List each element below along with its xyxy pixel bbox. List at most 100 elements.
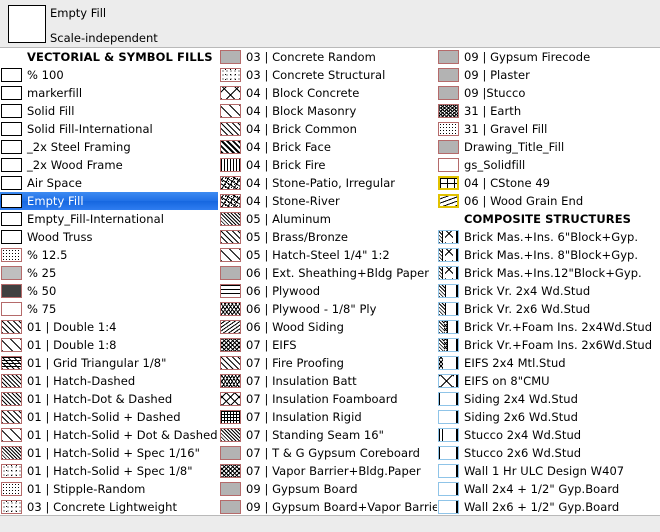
list-item[interactable]: 01 | Hatch-Solid + Dashed xyxy=(0,408,218,426)
list-item[interactable]: % 75 xyxy=(0,300,218,318)
list-item[interactable]: Brick Vr. 2x6 Wd.Stud xyxy=(437,300,655,318)
list-item[interactable]: 04 | Brick Common xyxy=(219,120,437,138)
fill-swatch-icon xyxy=(1,248,22,262)
fill-swatch-icon xyxy=(220,338,241,352)
list-item[interactable]: 01 | Hatch-Solid + Spec 1/8" xyxy=(0,462,218,480)
list-item[interactable]: gs_Solidfill xyxy=(437,156,655,174)
list-item-label: Wood Truss xyxy=(27,230,93,244)
column-3: 09 | Gypsum Firecode 09 | Plaster 09 |Stuc… xyxy=(437,48,655,515)
fill-swatch-icon xyxy=(1,158,22,172)
list-item[interactable]: Wall 2x4 + 1/2" Gyp.Board xyxy=(437,480,655,498)
list-item[interactable]: 07 | Standing Seam 16" xyxy=(219,426,437,444)
list-item[interactable]: 04 | Stone-Patio, Irregular xyxy=(219,174,437,192)
list-item-label: 01 | Double 1:8 xyxy=(27,338,117,352)
list-item[interactable]: Brick Vr. 2x4 Wd.Stud xyxy=(437,282,655,300)
list-item[interactable]: 05 | Aluminum xyxy=(219,210,437,228)
list-item[interactable]: Solid Fill xyxy=(0,102,218,120)
fill-swatch-icon xyxy=(438,392,459,406)
list-item[interactable]: 01 | Grid Triangular 1/8" xyxy=(0,354,218,372)
list-item[interactable]: Brick Vr.+Foam Ins. 2x4Wd.Stud xyxy=(437,318,655,336)
list-item[interactable]: Stucco 2x6 Wd.Stud xyxy=(437,444,655,462)
list-item[interactable]: 31 | Gravel Fill xyxy=(437,120,655,138)
list-item[interactable]: 04 | Block Concrete xyxy=(219,84,437,102)
list-item[interactable]: Air Space xyxy=(0,174,218,192)
list-item[interactable]: 03 | Concrete Random xyxy=(219,48,437,66)
list-item-label: 03 | Concrete Structural xyxy=(246,68,386,82)
list-item[interactable]: Brick Vr.+Foam Ins. 2x6Wd.Stud xyxy=(437,336,655,354)
list-item[interactable]: 03 | Concrete Structural xyxy=(219,66,437,84)
list-item[interactable]: 04 | Brick Fire xyxy=(219,156,437,174)
list-item[interactable]: % 100 xyxy=(0,66,218,84)
list-item[interactable]: 09 | Gypsum Board xyxy=(219,480,437,498)
list-item[interactable]: 04 | Stone-River xyxy=(219,192,437,210)
list-item[interactable]: 07 | Insulation Rigid xyxy=(219,408,437,426)
fill-swatch-icon xyxy=(220,374,241,388)
list-item[interactable]: 06 | Wood Siding xyxy=(219,318,437,336)
fill-swatch-icon xyxy=(1,140,22,154)
list-item[interactable]: % 50 xyxy=(0,282,218,300)
list-item[interactable]: 01 | Double 1:4 xyxy=(0,318,218,336)
list-item-label: Stucco 2x6 Wd.Stud xyxy=(464,446,582,460)
list-item[interactable]: Stucco 2x4 Wd.Stud xyxy=(437,426,655,444)
list-item[interactable]: 07 | Insulation Foamboard xyxy=(219,390,437,408)
list-item[interactable]: % 25 xyxy=(0,264,218,282)
list-item[interactable]: 04 | CStone 49 xyxy=(437,174,655,192)
list-item[interactable]: _2x Wood Frame xyxy=(0,156,218,174)
list-item[interactable]: 06 | Wood Grain End xyxy=(437,192,655,210)
list-item[interactable]: 09 | Gypsum Board+Vapor Barrier xyxy=(219,498,437,515)
list-item[interactable]: _2x Steel Framing xyxy=(0,138,218,156)
list-item[interactable]: 06 | Plywood xyxy=(219,282,437,300)
list-item[interactable]: 01 | Hatch-Solid + Dot & Dashed xyxy=(0,426,218,444)
list-item[interactable]: 07 | Insulation Batt xyxy=(219,372,437,390)
list-item[interactable]: 04 | Brick Face xyxy=(219,138,437,156)
list-item-label: 07 | Fire Proofing xyxy=(246,356,345,370)
list-item[interactable]: Wall 1 Hr ULC Design W407 xyxy=(437,462,655,480)
list-item[interactable]: 07 | Vapor Barrier+Bldg.Paper xyxy=(219,462,437,480)
list-item-label: 04 | Brick Face xyxy=(246,140,332,154)
fill-swatch-icon xyxy=(1,464,22,478)
list-item[interactable]: markerfill xyxy=(0,84,218,102)
list-item[interactable]: 01 | Hatch-Dot & Dashed xyxy=(0,390,218,408)
list-item-label: Brick Vr.+Foam Ins. 2x6Wd.Stud xyxy=(464,338,653,352)
list-item-label: 09 | Plaster xyxy=(464,68,530,82)
list-item[interactable]: Siding 2x4 Wd.Stud xyxy=(437,390,655,408)
list-item[interactable]: Solid Fill-International xyxy=(0,120,218,138)
list-item[interactable]: EIFS on 8"CMU xyxy=(437,372,655,390)
list-item[interactable]: 06 | Plywood - 1/8" Ply xyxy=(219,300,437,318)
list-item[interactable]: Empty_Fill-International xyxy=(0,210,218,228)
list-item[interactable]: 31 | Earth xyxy=(437,102,655,120)
list-item[interactable]: Brick Mas.+Ins.12"Block+Gyp. xyxy=(437,264,655,282)
list-item-label: EIFS on 8"CMU xyxy=(464,374,550,388)
list-item[interactable]: 01 | Stipple-Random xyxy=(0,480,218,498)
list-item[interactable]: % 12.5 xyxy=(0,246,218,264)
list-item[interactable]: Siding 2x6 Wd.Stud xyxy=(437,408,655,426)
list-item[interactable]: 09 | Plaster xyxy=(437,66,655,84)
list-item[interactable]: 09 |Stucco xyxy=(437,84,655,102)
list-item[interactable]: 05 | Brass/Bronze xyxy=(219,228,437,246)
list-item[interactable]: Brick Mas.+Ins. 6"Block+Gyp. xyxy=(437,228,655,246)
list-item[interactable]: 01 | Double 1:8 xyxy=(0,336,218,354)
list-item[interactable]: 01 | Hatch-Solid + Spec 1/16" xyxy=(0,444,218,462)
list-item-label: 09 | Gypsum Board+Vapor Barrier xyxy=(246,500,437,514)
list-item[interactable]: EIFS 2x4 Mtl.Stud xyxy=(437,354,655,372)
list-item[interactable]: 06 | Ext. Sheathing+Bldg Paper xyxy=(219,264,437,282)
list-item[interactable]: 01 | Hatch-Dashed xyxy=(0,372,218,390)
list-item[interactable]: 09 | Gypsum Firecode xyxy=(437,48,655,66)
list-item[interactable]: 07 | T & G Gypsum Coreboard xyxy=(219,444,437,462)
list-item[interactable]: Wood Truss xyxy=(0,228,218,246)
fill-swatch-icon xyxy=(1,500,22,514)
fill-swatch-icon xyxy=(1,338,22,352)
fill-list[interactable]: VECTORIAL & SYMBOL FILLS % 100 markerfill S… xyxy=(0,48,660,515)
list-item[interactable]: Empty Fill xyxy=(0,192,218,210)
list-item[interactable]: 07 | EIFS xyxy=(219,336,437,354)
list-item[interactable]: Brick Mas.+Ins. 8"Block+Gyp. xyxy=(437,246,655,264)
fill-swatch-icon xyxy=(438,86,459,100)
list-item[interactable]: 03 | Concrete Lightweight xyxy=(0,498,218,515)
list-item-label: Drawing_Title_Fill xyxy=(464,140,565,154)
list-item[interactable]: 05 | Hatch-Steel 1/4" 1:2 xyxy=(219,246,437,264)
list-item[interactable]: Drawing_Title_Fill xyxy=(437,138,655,156)
list-item[interactable]: 07 | Fire Proofing xyxy=(219,354,437,372)
list-item[interactable]: 04 | Block Masonry xyxy=(219,102,437,120)
list-item[interactable]: Wall 2x6 + 1/2" Gyp.Board xyxy=(437,498,655,515)
fill-swatch-icon xyxy=(438,428,459,442)
